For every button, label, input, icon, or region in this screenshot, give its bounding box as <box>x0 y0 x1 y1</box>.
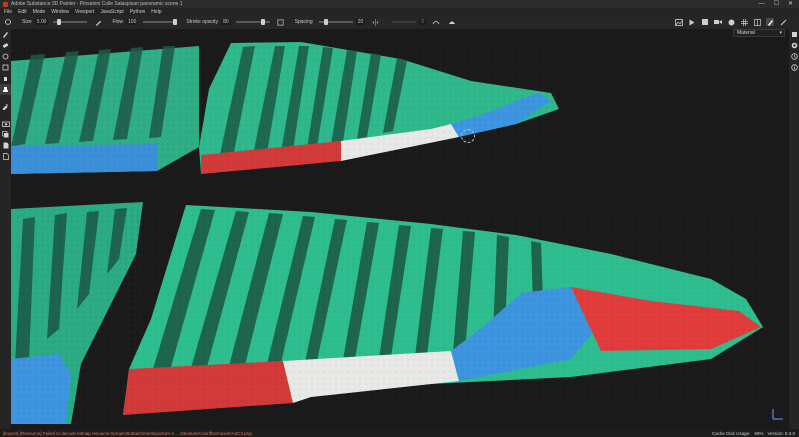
menu-mode[interactable]: Mode <box>33 9 46 15</box>
size-label: Size <box>22 19 32 25</box>
grid-icon[interactable] <box>740 18 748 26</box>
pen-pressure-icon[interactable] <box>94 18 102 26</box>
3d-viewport[interactable] <box>11 29 789 429</box>
environment-icon[interactable] <box>675 18 683 26</box>
app-logo-icon <box>3 1 8 7</box>
spacing-control: Spacing 20 <box>295 19 368 25</box>
material-mode-dropdown[interactable]: Material ▾ <box>733 29 785 37</box>
display-settings-icon[interactable] <box>789 40 799 51</box>
size-slider-knob[interactable] <box>56 19 61 25</box>
cache-value: 69% <box>754 430 764 436</box>
geometry-mask-icon[interactable] <box>0 62 11 73</box>
flow-slider-knob[interactable] <box>173 19 178 25</box>
flow-control: Flow 100 <box>112 19 180 25</box>
spacing-slider[interactable] <box>318 19 353 25</box>
version-label: Version: 8.3.0 <box>767 430 795 436</box>
projection-icon[interactable] <box>0 51 11 62</box>
export-icon[interactable] <box>0 151 11 162</box>
close-button[interactable]: ✕ <box>788 0 793 8</box>
menu-python[interactable]: Python <box>130 9 146 15</box>
menu-javascript[interactable]: JavaScript <box>100 9 123 15</box>
alignment-icon[interactable] <box>432 18 440 26</box>
status-info: Cache Disk Usage: 69% Version: 8.3.0 <box>712 429 795 437</box>
menu-file[interactable]: File <box>4 9 12 15</box>
flow-slider[interactable] <box>143 19 178 25</box>
brush-icon[interactable] <box>0 29 11 40</box>
stroke-opacity-control: Stroke opacity 80 <box>186 19 272 25</box>
maximize-button[interactable]: ☐ <box>774 0 779 8</box>
info-icon[interactable] <box>789 62 799 73</box>
menu-window[interactable]: Window <box>51 9 69 15</box>
left-tool-strip <box>0 29 11 429</box>
minimize-button[interactable]: — <box>759 0 765 8</box>
stroke-opacity-label: Stroke opacity <box>186 19 219 25</box>
camera-view-icon[interactable] <box>714 18 722 26</box>
texture-set-icon[interactable] <box>789 29 799 40</box>
extra-slider[interactable] <box>392 21 417 23</box>
menu-edit[interactable]: Edit <box>18 9 27 15</box>
split-view-icon[interactable] <box>753 18 761 26</box>
bottom-right-stair-section <box>123 205 763 415</box>
menu-help[interactable]: Help <box>151 9 161 15</box>
picker-icon[interactable] <box>0 101 11 112</box>
cache-label: Cache Disk Usage: <box>711 430 751 436</box>
spacing-value[interactable]: 20 <box>355 19 366 25</box>
status-message: [Export] [Resource] Failed to decode bit… <box>3 430 252 436</box>
menu-bar: File Edit Mode Window Viewport JavaScrip… <box>0 8 799 15</box>
symmetry-icon[interactable] <box>371 18 379 26</box>
viewport-toolbar <box>675 15 787 29</box>
document-icon[interactable] <box>0 140 11 151</box>
flow-value[interactable]: 100 <box>126 19 139 25</box>
eraser-icon[interactable] <box>0 40 11 51</box>
axis-gizmo <box>772 409 783 420</box>
render-icon[interactable] <box>727 18 735 26</box>
play-icon[interactable] <box>688 18 696 26</box>
history-icon[interactable] <box>789 51 799 62</box>
material-mode-value: Material <box>737 30 755 36</box>
stop-icon[interactable] <box>701 18 709 26</box>
size-control: Size 5.00 <box>22 19 90 25</box>
paint-mode-icon[interactable] <box>766 18 774 26</box>
right-tool-strip <box>789 29 799 429</box>
size-slider[interactable] <box>53 19 88 25</box>
clone-icon[interactable] <box>0 84 11 95</box>
flow-label: Flow <box>112 19 124 25</box>
brush-cursor <box>461 129 475 143</box>
stroke-opacity-slider[interactable] <box>235 19 270 25</box>
title-bar: Adobe Substance 3D Painter - Pinsaloni C… <box>0 0 799 8</box>
size-value[interactable]: 5.00 <box>34 19 49 25</box>
stylize-icon[interactable] <box>779 18 787 26</box>
camera-icon[interactable] <box>0 118 11 129</box>
backface-culling-icon[interactable] <box>448 18 456 26</box>
window-controls: — ☐ ✕ <box>759 0 797 8</box>
top-right-stair-section <box>199 42 559 174</box>
spacing-label: Spacing <box>294 19 313 25</box>
top-left-stair-section <box>11 46 199 174</box>
stroke-opacity-value[interactable]: 80 <box>221 19 231 25</box>
brush-preset-icon[interactable] <box>4 18 12 26</box>
extra-control: 0 <box>389 19 428 25</box>
status-bar: [Export] [Resource] Failed to decode bit… <box>0 429 799 437</box>
spacing-slider-knob[interactable] <box>323 19 328 25</box>
window-title: Adobe Substance 3D Painter - Pinsaloni C… <box>11 1 183 7</box>
extra-value[interactable]: 0 <box>419 19 427 25</box>
chevron-down-icon: ▾ <box>779 30 782 36</box>
stroke-opacity-slider-knob[interactable] <box>260 19 265 25</box>
lazy-mouse-icon[interactable] <box>277 18 285 26</box>
layers-icon[interactable] <box>0 129 11 140</box>
painted-stairs-model <box>11 42 783 424</box>
smudge-icon[interactable] <box>0 73 11 84</box>
menu-viewport[interactable]: Viewport <box>75 9 94 15</box>
